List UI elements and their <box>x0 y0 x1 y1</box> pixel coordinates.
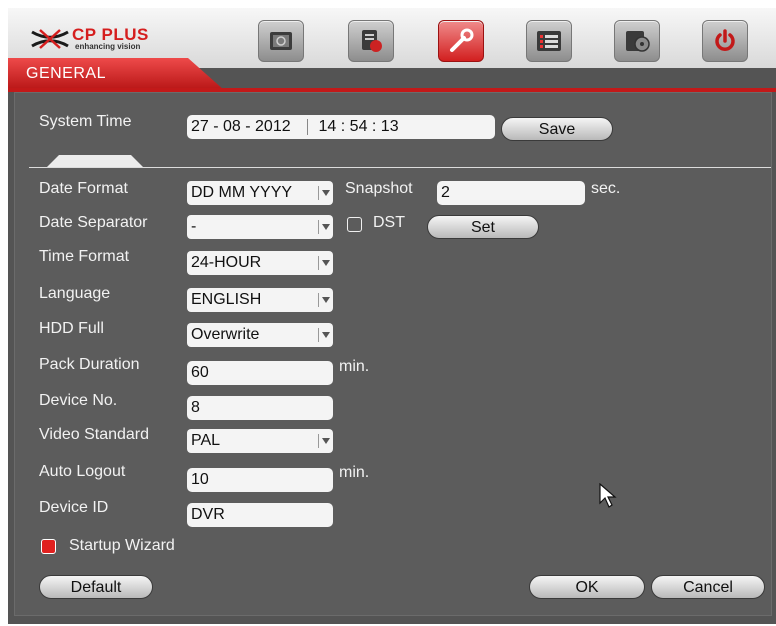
logo-mark-icon <box>31 29 69 49</box>
system-time-label: System Time <box>39 113 132 130</box>
list-icon <box>537 31 561 51</box>
video-standard-value: PAL <box>191 432 221 449</box>
chevron-down-icon <box>318 256 331 270</box>
chevron-down-icon <box>318 220 331 234</box>
video-standard-label: Video Standard <box>39 426 150 443</box>
startup-wizard-checkbox[interactable] <box>41 539 56 554</box>
dst-checkbox[interactable] <box>347 217 362 232</box>
tab-general-label: GENERAL <box>26 65 106 82</box>
date-format-value: DD MM YYYY <box>191 184 293 201</box>
time-format-value: 24-HOUR <box>191 254 262 271</box>
snapshot-unit: sec. <box>591 180 621 197</box>
date-format-label: Date Format <box>39 180 128 197</box>
subtab-marker <box>47 155 143 167</box>
system-time-field[interactable]: 27 - 08 - 2012 14 : 54 : 13 <box>187 115 495 139</box>
hdd-full-label: HDD Full <box>39 320 104 337</box>
power-icon <box>715 29 735 51</box>
backup-icon <box>626 31 650 52</box>
pack-duration-label: Pack Duration <box>39 356 140 373</box>
wrench-icon <box>450 28 474 52</box>
auto-logout-input[interactable]: 10 <box>187 468 333 492</box>
time-format-select[interactable]: 24-HOUR <box>187 251 333 275</box>
hdd-full-value: Overwrite <box>191 326 260 343</box>
device-no-input[interactable]: 8 <box>187 396 333 420</box>
chevron-down-icon <box>318 293 331 307</box>
language-value: ENGLISH <box>191 291 262 308</box>
subtab-divider <box>29 167 771 168</box>
chevron-down-icon <box>318 186 331 200</box>
general-settings-panel: System Time 27 - 08 - 2012 14 : 54 : 13 … <box>14 92 772 616</box>
default-button[interactable]: Default <box>39 575 153 599</box>
time-format-label: Time Format <box>39 248 130 265</box>
language-label: Language <box>39 285 111 302</box>
save-time-button[interactable]: Save <box>501 117 613 141</box>
tab-bar: GENERAL <box>8 56 776 94</box>
language-select[interactable]: ENGLISH <box>187 288 333 312</box>
startup-wizard-label: Startup Wizard <box>69 537 175 554</box>
auto-logout-label: Auto Logout <box>39 463 126 480</box>
mouse-pointer-icon <box>599 483 617 508</box>
system-time-value[interactable]: 14 : 54 : 13 <box>319 118 399 135</box>
hdd-full-select[interactable]: Overwrite <box>187 323 333 347</box>
snapshot-input[interactable]: 2 <box>437 181 585 205</box>
chevron-down-icon <box>318 328 331 342</box>
date-separator-value: - <box>191 218 197 235</box>
cp-plus-logo: CP PLUS enhancing vision <box>30 25 160 54</box>
cancel-button[interactable]: Cancel <box>651 575 765 599</box>
device-no-label: Device No. <box>39 392 118 409</box>
device-id-label: Device ID <box>39 499 109 516</box>
video-standard-select[interactable]: PAL <box>187 429 333 453</box>
info-icon <box>362 30 382 52</box>
system-date-value[interactable]: 27 - 08 - 2012 <box>191 118 291 135</box>
pack-duration-input[interactable]: 60 <box>187 361 333 385</box>
dvr-window: CP PLUS enhancing vision GENERAL System … <box>8 8 776 624</box>
device-id-input[interactable]: DVR <box>187 503 333 527</box>
auto-logout-unit: min. <box>339 464 370 481</box>
ok-button[interactable]: OK <box>529 575 645 599</box>
logo-tagline: enhancing vision <box>75 42 141 51</box>
dst-set-button[interactable]: Set <box>427 215 539 239</box>
pack-duration-unit: min. <box>339 358 370 375</box>
chevron-down-icon <box>318 434 331 448</box>
date-separator-label: Date Separator <box>39 214 148 231</box>
search-icon <box>270 32 292 50</box>
time-divider <box>295 118 309 135</box>
date-format-select[interactable]: DD MM YYYY <box>187 181 333 205</box>
dst-label: DST <box>373 214 405 231</box>
date-separator-select[interactable]: - <box>187 215 333 239</box>
snapshot-label: Snapshot <box>345 180 413 197</box>
